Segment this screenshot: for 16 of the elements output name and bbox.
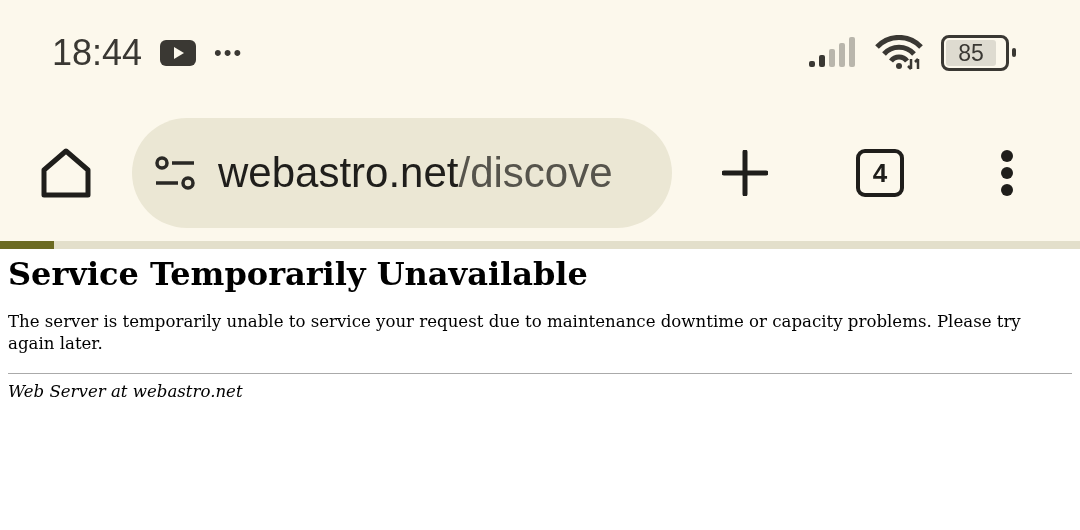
play-icon — [160, 39, 197, 66]
menu-icon[interactable] — [1000, 150, 1014, 196]
new-tab-icon[interactable] — [722, 150, 768, 196]
url-text: webastro.net/discove — [218, 149, 613, 197]
battery-indicator: 85 — [941, 34, 1016, 71]
server-signature: Web Server at webastro.net — [8, 382, 244, 401]
error-message: The server is temporarily unable to service your request due to maintenance downtime or capacity problems. Please try again later. — [8, 311, 1022, 355]
address-bar[interactable]: webastro.net/discove — [132, 118, 672, 228]
error-heading: Service Temporarily Unavailable — [8, 255, 589, 293]
wifi-icon — [875, 34, 923, 71]
clock-time: 18:44 — [52, 31, 143, 74]
site-settings-icon[interactable] — [154, 156, 196, 190]
tab-count-button[interactable]: 4 — [856, 149, 904, 197]
more-notifications: ••• — [214, 39, 244, 66]
signal-icon — [809, 36, 857, 69]
home-icon[interactable] — [40, 148, 92, 198]
